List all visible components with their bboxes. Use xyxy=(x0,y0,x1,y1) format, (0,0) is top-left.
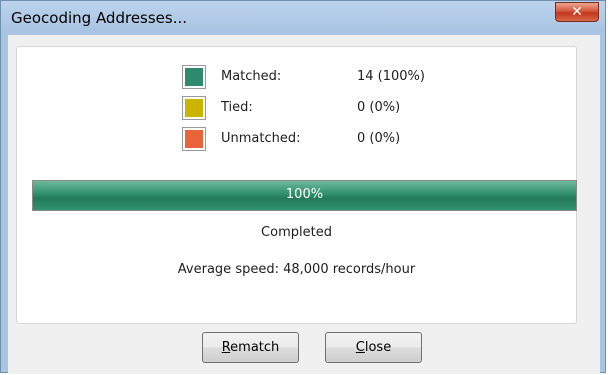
tied-swatch-icon xyxy=(182,96,206,120)
matched-label: Matched: xyxy=(221,69,282,84)
tied-label: Tied: xyxy=(221,100,253,115)
dialog-client-area: Matched: 14 (100%) Tied: 0 (0%) Unmatche… xyxy=(8,35,600,374)
unmatched-swatch-icon xyxy=(182,127,206,151)
stat-row-unmatched: Unmatched: 0 (0%) xyxy=(182,127,482,151)
results-panel: Matched: 14 (100%) Tied: 0 (0%) Unmatche… xyxy=(16,46,577,324)
stat-row-matched: Matched: 14 (100%) xyxy=(182,65,482,89)
unmatched-value: 0 (0%) xyxy=(357,131,401,146)
stat-row-tied: Tied: 0 (0%) xyxy=(182,96,482,120)
matched-swatch-icon xyxy=(182,65,206,89)
close-window-button[interactable]: ✕ xyxy=(555,2,599,22)
window-title: Geocoding Addresses... xyxy=(11,9,188,27)
close-button[interactable]: Close xyxy=(325,332,422,363)
progress-percent: 100% xyxy=(285,187,324,202)
unmatched-label: Unmatched: xyxy=(221,131,301,146)
rematch-button[interactable]: Rematch xyxy=(202,332,299,363)
geocoding-dialog: Geocoding Addresses... ✕ Matched: 14 (10… xyxy=(0,0,606,374)
close-mnemonic: C xyxy=(355,340,365,355)
progress-bar: 100% xyxy=(32,180,577,211)
rematch-mnemonic: R xyxy=(221,340,231,355)
close-label-rest: lose xyxy=(364,340,392,355)
tied-value: 0 (0%) xyxy=(357,100,401,115)
average-speed-text: Average speed: 48,000 records/hour xyxy=(177,262,416,277)
rematch-label-rest: ematch xyxy=(230,340,280,355)
matched-value: 14 (100%) xyxy=(357,69,425,84)
close-icon: ✕ xyxy=(571,4,583,20)
status-text: Completed xyxy=(261,225,332,240)
title-bar[interactable]: Geocoding Addresses... ✕ xyxy=(1,1,605,35)
